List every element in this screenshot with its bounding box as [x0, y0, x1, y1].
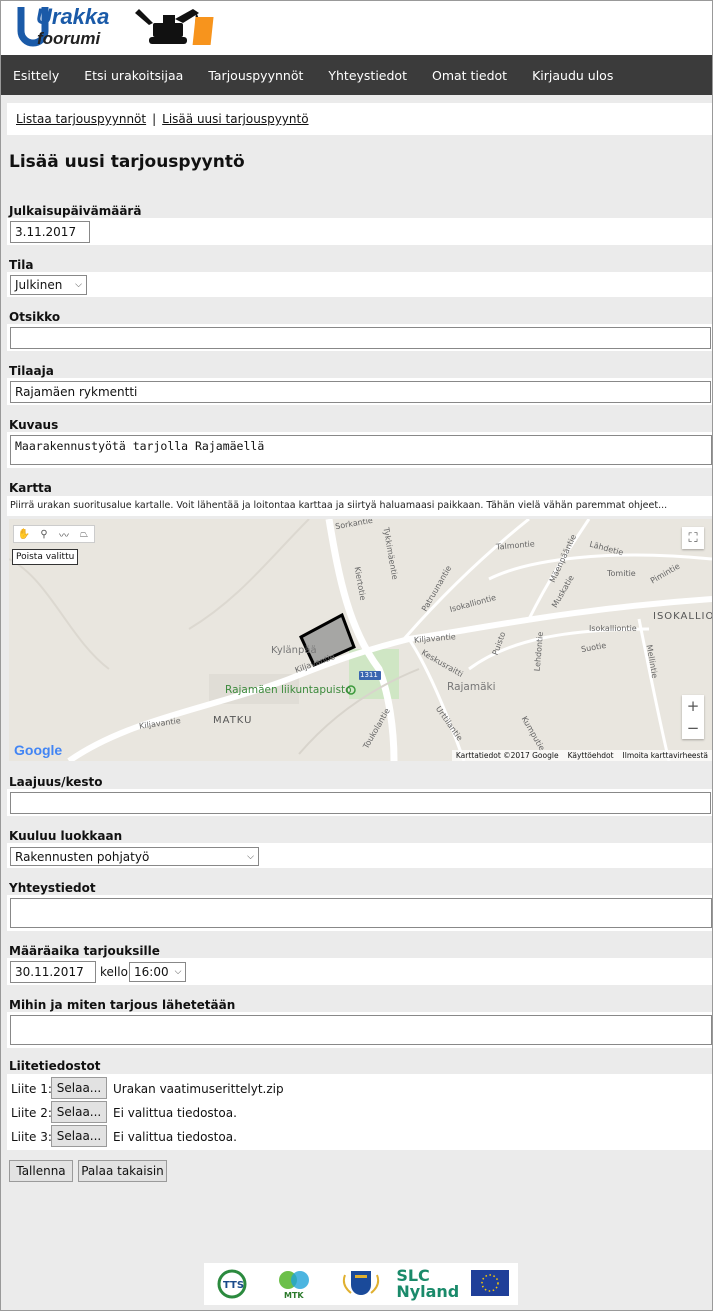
- contact-textarea[interactable]: [10, 898, 712, 928]
- delete-selected-tooltip[interactable]: Poista valittu: [12, 549, 79, 565]
- nav-item-etsi-urakoitsijaa[interactable]: Etsi urakoitsijaa: [72, 68, 195, 83]
- logo-text-foorumi: foorumi: [37, 29, 102, 48]
- map-label: Kartta: [9, 481, 52, 495]
- status-select-value: Julkinen: [15, 278, 63, 292]
- title-input[interactable]: [10, 327, 711, 349]
- map-background: [9, 519, 712, 761]
- map-drawing-toolbar: ✋ ⚲ 〰 ⏢: [13, 525, 95, 543]
- excavator-icon: [135, 9, 201, 44]
- browse-button-3[interactable]: Selaa...: [51, 1125, 107, 1147]
- category-label: Kuuluu luokkaan: [9, 829, 123, 843]
- polygon-icon[interactable]: ⏢: [74, 526, 94, 542]
- save-button[interactable]: Tallenna: [9, 1160, 73, 1182]
- place-park: Rajamäen liikuntapuisto: [225, 684, 352, 696]
- google-logo: Google: [14, 742, 63, 758]
- nav-item-omat-tiedot[interactable]: Omat tiedot: [420, 68, 519, 83]
- back-button[interactable]: Palaa takaisin: [78, 1160, 167, 1182]
- road-number: 1311: [360, 671, 378, 679]
- partner-logos: TTS MTK SLC Nyland: [204, 1263, 518, 1305]
- attachments-label: Liitetiedostot: [9, 1059, 101, 1073]
- contact-label: Yhteystiedot: [9, 881, 96, 895]
- attachment-3-file: Ei valittua tiedostoa.: [113, 1130, 237, 1144]
- logo-text-urakka: Urakka: [36, 4, 109, 29]
- map-canvas[interactable]: 1311 Kylänpää Rajamäen liikuntapuisto MA…: [9, 519, 712, 761]
- urakkafoorumi-logo[interactable]: Urakka foorumi: [3, 3, 217, 51]
- list-requests-link[interactable]: Listaa tarjouspyynnöt: [16, 112, 146, 126]
- tts-logo: TTS: [212, 1269, 252, 1299]
- scope-label: Laajuus/kesto: [9, 775, 103, 789]
- deadline-time-select[interactable]: 16:00 ⌵: [129, 962, 186, 982]
- attachment-1-label: Liite 1:: [11, 1082, 52, 1096]
- client-label: Tilaaja: [9, 364, 54, 378]
- terms-link[interactable]: Käyttöehdot: [568, 751, 614, 760]
- description-label: Kuvaus: [9, 418, 59, 432]
- chevron-down-icon: ⌵: [174, 967, 182, 977]
- map-footer: Karttatiedot ©2017 Google Käyttöehdot Il…: [451, 750, 712, 761]
- report-error-link[interactable]: Ilmoita karttavirheestä: [623, 751, 708, 760]
- description-textarea[interactable]: Maarakennustyötä tarjolla Rajamäellä: [10, 435, 712, 465]
- slc-nyland-logo: SLC Nyland: [396, 1266, 460, 1301]
- street-label: Isokalliontie: [589, 624, 637, 633]
- place-isokallio: ISOKALLIO: [653, 611, 712, 622]
- browse-button-1[interactable]: Selaa...: [51, 1077, 107, 1099]
- attachment-1-file: Urakan vaatimuserittelyt.zip: [113, 1082, 284, 1096]
- category-select[interactable]: Rakennusten pohjatyö ⌵: [10, 847, 259, 866]
- status-row: [7, 272, 712, 297]
- eu-flag-logo: [470, 1270, 510, 1298]
- nav-item-yhteystiedot[interactable]: Yhteystiedot: [316, 68, 419, 83]
- page-title: Lisää uusi tarjouspyyntö: [9, 152, 245, 172]
- chevron-down-icon: ⌵: [247, 851, 254, 862]
- zoom-in-button[interactable]: +: [682, 695, 704, 717]
- fullscreen-icon[interactable]: ⛶: [682, 527, 704, 549]
- place-matku: MATKU: [213, 715, 253, 726]
- deadline-label: Määräaika tarjouksille: [9, 944, 160, 958]
- deadline-time-value: 16:00: [134, 965, 169, 979]
- category-select-value: Rakennusten pohjatyö: [15, 849, 150, 864]
- scope-input[interactable]: [10, 792, 711, 814]
- browse-button-2[interactable]: Selaa...: [51, 1101, 107, 1123]
- nav-item-tarjouspyynnot[interactable]: Tarjouspyynnöt: [196, 68, 315, 83]
- chevron-down-icon: ⌵: [75, 280, 82, 290]
- add-request-link[interactable]: Lisää uusi tarjouspyyntö: [162, 112, 308, 126]
- street-label: Tomitie: [607, 569, 636, 578]
- place-kylanpaa: Kylänpää: [271, 645, 317, 656]
- map-hint: Piirrä urakan suoritusalue kartalle. Voi…: [10, 500, 668, 511]
- hand-pan-icon[interactable]: ✋: [14, 526, 34, 542]
- delivery-textarea[interactable]: [10, 1015, 712, 1045]
- attachment-3-label: Liite 3:: [11, 1130, 52, 1144]
- place-rajamaki: Rajamäki: [447, 681, 496, 693]
- nav-item-kirjaudu-ulos[interactable]: Kirjaudu ulos: [520, 68, 625, 83]
- client-input[interactable]: Rajamäen rykmentti: [10, 381, 711, 403]
- header: Urakka foorumi: [1, 1, 712, 55]
- time-word: kello: [100, 965, 128, 979]
- breadcrumb: Listaa tarjouspyynnöt | Lisää uusi tarjo…: [7, 103, 712, 135]
- zoom-control: + −: [682, 695, 704, 739]
- map-data-credit: Karttatiedot ©2017 Google: [455, 751, 559, 760]
- attachment-2-label: Liite 2:: [11, 1106, 52, 1120]
- status-select[interactable]: Julkinen ⌵: [10, 275, 87, 295]
- delivery-label: Mihin ja miten tarjous lähetetään: [9, 998, 236, 1012]
- breadcrumb-separator: |: [152, 112, 157, 126]
- svg-text:MTK: MTK: [284, 1291, 304, 1300]
- status-label: Tila: [9, 258, 34, 272]
- zoom-out-button[interactable]: −: [682, 717, 704, 739]
- municipal-coat-of-arms-logo: [336, 1267, 386, 1301]
- publish-date-input[interactable]: 3.11.2017: [10, 221, 90, 243]
- main-nav: Esittely Etsi urakoitsijaa Tarjouspyynnö…: [1, 55, 712, 95]
- nav-item-esittely[interactable]: Esittely: [1, 68, 71, 83]
- deadline-date-input[interactable]: 30.11.2017: [10, 961, 96, 983]
- title-label: Otsikko: [9, 310, 61, 324]
- attachment-2-file: Ei valittua tiedostoa.: [113, 1106, 237, 1120]
- svg-text:TTS: TTS: [223, 1280, 244, 1291]
- marker-icon[interactable]: ⚲: [34, 526, 54, 542]
- mtk-logo: MTK: [269, 1268, 319, 1300]
- publish-date-label: Julkaisupäivämäärä: [9, 204, 142, 218]
- publish-date-row: [7, 218, 712, 245]
- polyline-icon[interactable]: 〰: [54, 526, 74, 542]
